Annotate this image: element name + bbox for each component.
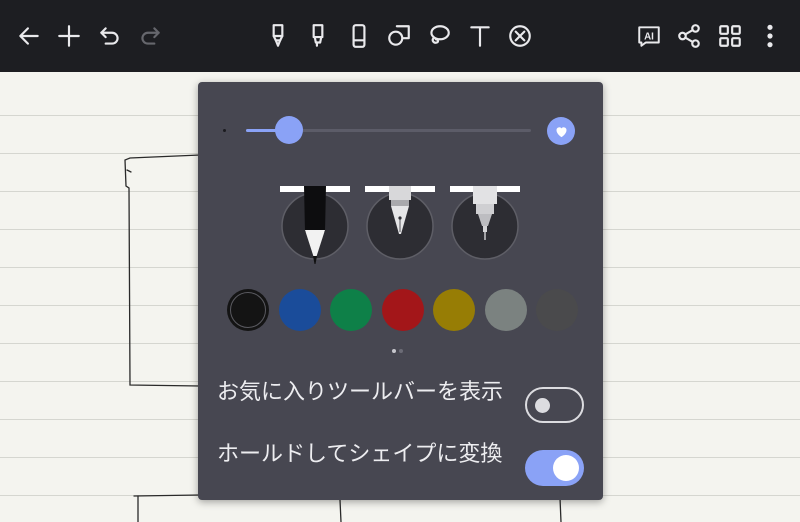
fountain-pen-icon [365,186,435,260]
ballpoint-pen-icon [280,186,350,264]
favorite-heart-button[interactable] [547,117,575,145]
pen-settings-popup: お気に入りツールバーを表示 ホールドしてシェイプに変換 [198,82,603,500]
color-swatch[interactable] [330,289,372,331]
color-swatch[interactable] [279,289,321,331]
page-dot [399,349,403,353]
show-favorite-toolbar-toggle[interactable] [525,387,584,423]
heart-icon [555,126,567,137]
technical-pen-option[interactable] [450,186,520,266]
fountain-pen-option[interactable] [365,186,435,266]
toggle-knob [535,398,550,413]
min-thickness-dot-icon [223,129,226,132]
color-swatch[interactable] [485,289,527,331]
color-swatch[interactable] [433,289,475,331]
technical-pen-icon [450,186,520,260]
color-page-indicator [392,349,403,353]
hold-to-shape-toggle[interactable] [525,450,584,486]
toggle-knob [553,455,579,481]
thickness-slider-thumb[interactable] [275,116,303,144]
ballpoint-pen-option[interactable] [280,186,350,266]
color-swatch[interactable] [382,289,424,331]
color-swatch[interactable] [227,289,269,331]
show-favorite-toolbar-label: お気に入りツールバーを表示 [217,380,504,405]
color-swatch[interactable] [536,289,578,331]
hold-to-shape-label: ホールドしてシェイプに変換 [217,442,503,467]
page-dot [392,349,396,353]
thickness-slider[interactable] [246,116,531,144]
